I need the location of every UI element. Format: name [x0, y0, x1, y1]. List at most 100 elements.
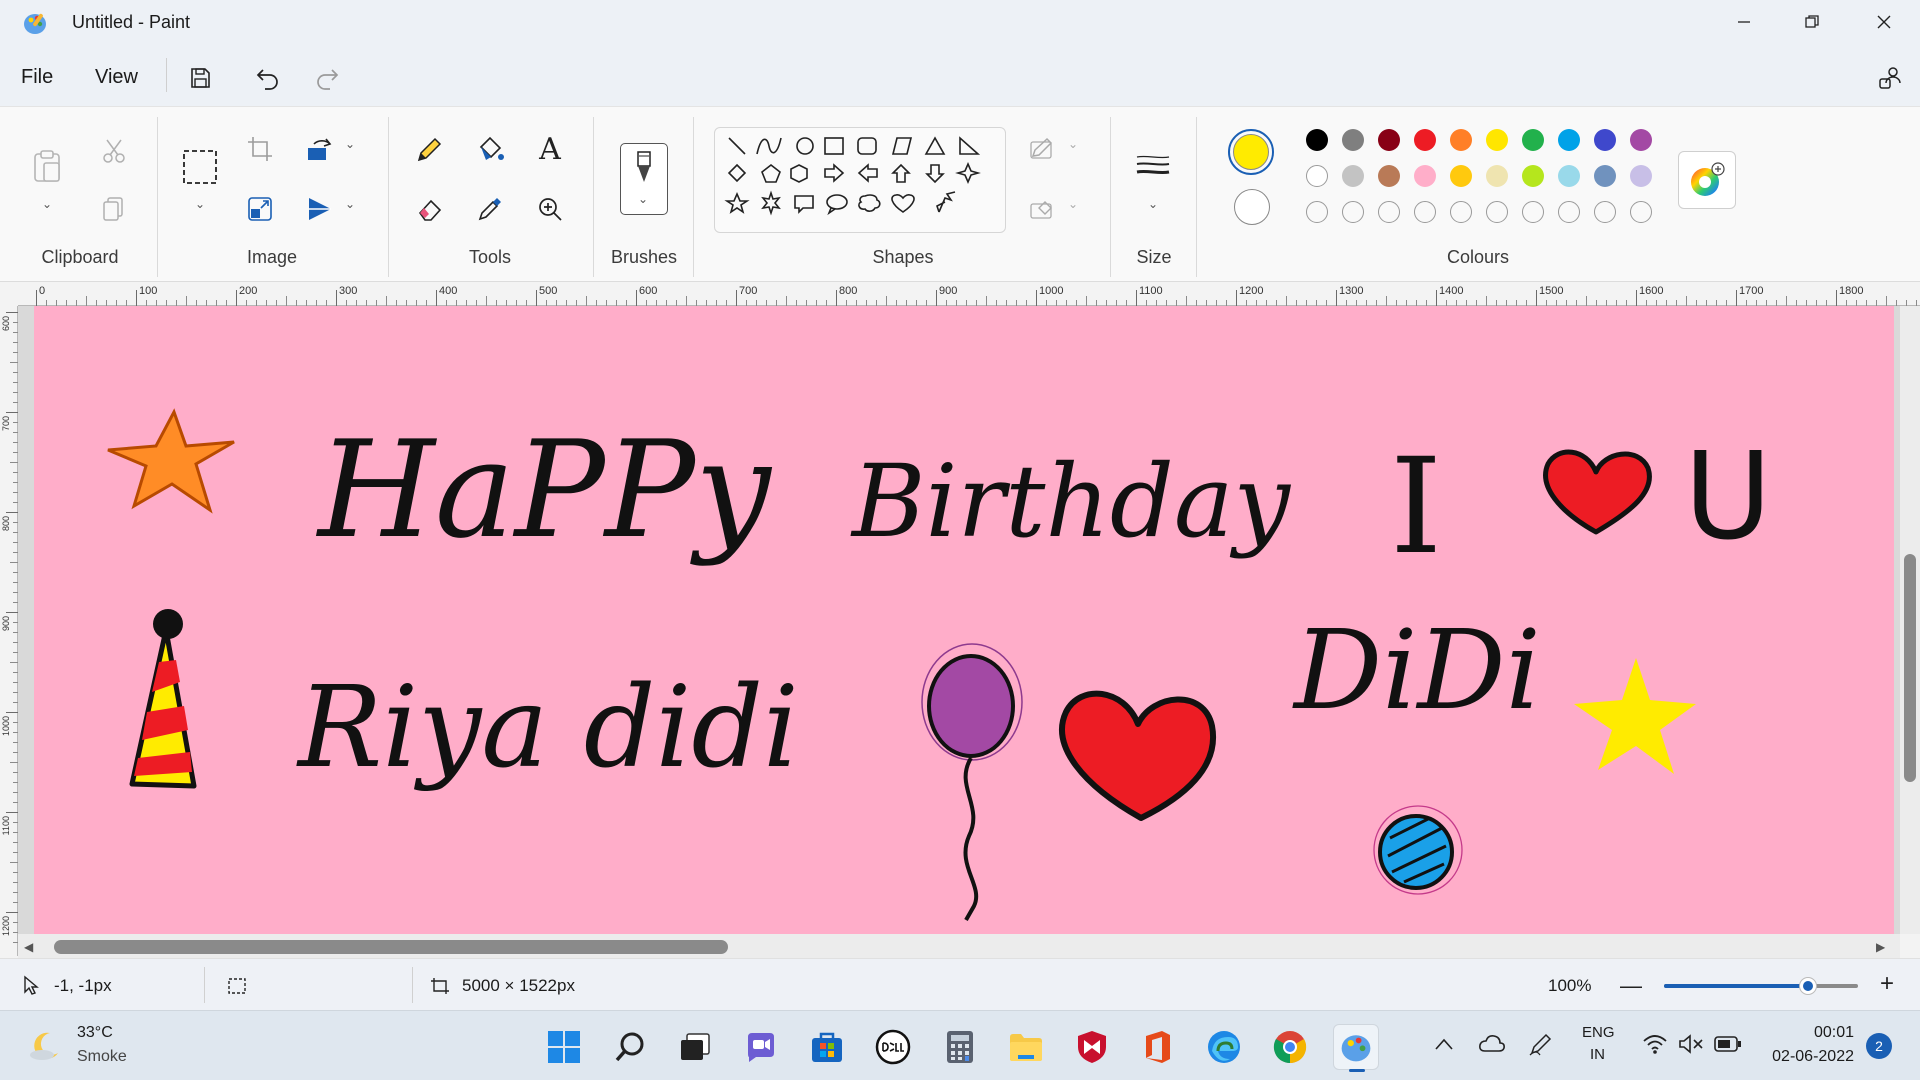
select-chevron-down-icon[interactable]: ⌄ [195, 197, 205, 211]
zoom-slider-thumb[interactable] [1799, 977, 1817, 995]
colour-swatch[interactable] [1378, 165, 1400, 187]
text-icon[interactable]: A [530, 129, 570, 169]
scroll-right-icon[interactable]: ▶ [1876, 940, 1885, 954]
colour-swatch[interactable] [1306, 165, 1328, 187]
colour-swatch[interactable] [1342, 165, 1364, 187]
weather-temperature[interactable]: 33°C [77, 1024, 113, 1042]
custom-colour-slot[interactable] [1414, 201, 1436, 223]
restore-button[interactable] [1778, 0, 1846, 44]
colour-swatch[interactable] [1630, 165, 1652, 187]
scroll-left-icon[interactable]: ◀ [24, 940, 33, 954]
paint-taskbar-icon[interactable] [1333, 1024, 1379, 1072]
minimize-button[interactable] [1710, 0, 1778, 44]
chat-icon[interactable] [738, 1024, 784, 1070]
horizontal-scroll-thumb[interactable] [54, 940, 728, 954]
vertical-scrollbar[interactable] [1900, 306, 1920, 934]
zoom-in-icon[interactable]: + [1880, 970, 1894, 998]
microsoft-store-icon[interactable] [804, 1024, 850, 1070]
save-icon[interactable] [180, 58, 220, 98]
paste-icon[interactable] [27, 146, 67, 186]
size-chevron-down-icon[interactable]: ⌄ [1148, 197, 1158, 211]
weather-description[interactable]: Smoke [77, 1048, 127, 1066]
clock-date[interactable]: 02-06-2022 [1762, 1048, 1854, 1066]
colour-swatch[interactable] [1378, 129, 1400, 151]
start-windows-icon[interactable] [541, 1024, 587, 1070]
notification-badge[interactable]: 2 [1866, 1033, 1892, 1059]
calculator-icon[interactable] [937, 1024, 983, 1070]
shapes-gallery[interactable] [714, 127, 1006, 233]
file-menu[interactable]: File [21, 66, 53, 89]
color-picker-icon[interactable] [470, 189, 510, 229]
custom-colour-slot[interactable] [1594, 201, 1616, 223]
battery-icon[interactable] [1714, 1035, 1742, 1058]
colour-swatch[interactable] [1594, 129, 1616, 151]
office-icon[interactable] [1135, 1024, 1181, 1070]
redo-icon[interactable] [307, 58, 347, 98]
colour-swatch[interactable] [1486, 129, 1508, 151]
select-icon[interactable] [180, 147, 220, 187]
colour-swatch[interactable] [1522, 165, 1544, 187]
colour-swatch[interactable] [1486, 165, 1508, 187]
size-icon[interactable] [1133, 147, 1173, 187]
colour-swatch[interactable] [1414, 165, 1436, 187]
vertical-scroll-thumb[interactable] [1904, 554, 1916, 782]
onedrive-cloud-icon[interactable] [1478, 1033, 1506, 1058]
chrome-icon[interactable] [1267, 1024, 1313, 1070]
secondary-colour-button[interactable] [1234, 189, 1270, 225]
rotate-icon[interactable] [300, 129, 340, 169]
custom-colour-slot[interactable] [1342, 201, 1364, 223]
drawing-canvas[interactable]: HaPPy Birthday I U Riya didi DiDi [34, 306, 1894, 934]
custom-colour-slot[interactable] [1486, 201, 1508, 223]
colour-swatch[interactable] [1450, 129, 1472, 151]
crop-icon[interactable] [240, 129, 280, 169]
colour-swatch[interactable] [1414, 129, 1436, 151]
weather-moon-icon[interactable] [28, 1029, 62, 1068]
flip-chevron-down-icon[interactable]: ⌄ [345, 197, 355, 211]
primary-colour-button[interactable] [1228, 129, 1274, 175]
outline-icon[interactable] [1023, 129, 1063, 169]
fill-chevron-down-icon[interactable]: ⌄ [1068, 197, 1078, 211]
dell-icon[interactable] [870, 1024, 916, 1070]
brushes-button[interactable]: ⌄ [620, 143, 668, 215]
clock-time[interactable]: 00:01 [1794, 1024, 1854, 1042]
language-region[interactable]: IN [1590, 1046, 1605, 1063]
mcafee-icon[interactable] [1069, 1024, 1115, 1070]
edge-icon[interactable] [1201, 1024, 1247, 1070]
magnifier-icon[interactable] [530, 189, 570, 229]
fill-icon[interactable] [470, 129, 510, 169]
colour-swatch[interactable] [1630, 129, 1652, 151]
colour-swatch[interactable] [1522, 129, 1544, 151]
colour-swatch[interactable] [1594, 165, 1616, 187]
close-button[interactable] [1850, 0, 1918, 44]
pencil-icon[interactable] [410, 129, 450, 169]
cut-icon[interactable] [94, 131, 134, 171]
zoom-slider[interactable] [1664, 977, 1858, 995]
shape-fill-icon[interactable] [1023, 189, 1063, 229]
search-icon[interactable] [607, 1024, 653, 1070]
colour-swatch[interactable] [1558, 129, 1580, 151]
flip-icon[interactable] [300, 189, 340, 229]
custom-colour-slot[interactable] [1522, 201, 1544, 223]
view-menu[interactable]: View [95, 66, 138, 89]
colour-swatch[interactable] [1342, 129, 1364, 151]
outline-chevron-down-icon[interactable]: ⌄ [1068, 137, 1078, 151]
task-view-icon[interactable] [672, 1024, 718, 1070]
undo-icon[interactable] [248, 58, 288, 98]
wifi-icon[interactable] [1642, 1033, 1668, 1060]
copy-icon[interactable] [94, 189, 134, 229]
pen-icon[interactable] [1528, 1031, 1554, 1062]
custom-colour-slot[interactable] [1306, 201, 1328, 223]
edit-colours-button[interactable] [1678, 151, 1736, 209]
zoom-out-icon[interactable]: — [1620, 973, 1642, 999]
custom-colour-slot[interactable] [1378, 201, 1400, 223]
custom-colour-slot[interactable] [1558, 201, 1580, 223]
show-hidden-icons-chevron-icon[interactable] [1434, 1035, 1454, 1056]
language-indicator[interactable]: ENG [1582, 1024, 1615, 1041]
custom-colour-slot[interactable] [1450, 201, 1472, 223]
eraser-icon[interactable] [410, 189, 450, 229]
paste-chevron-down-icon[interactable]: ⌄ [42, 197, 52, 211]
zoom-level[interactable]: 100% [1548, 976, 1591, 996]
file-explorer-icon[interactable] [1003, 1024, 1049, 1070]
volume-muted-icon[interactable] [1678, 1033, 1704, 1060]
resize-icon[interactable] [240, 189, 280, 229]
